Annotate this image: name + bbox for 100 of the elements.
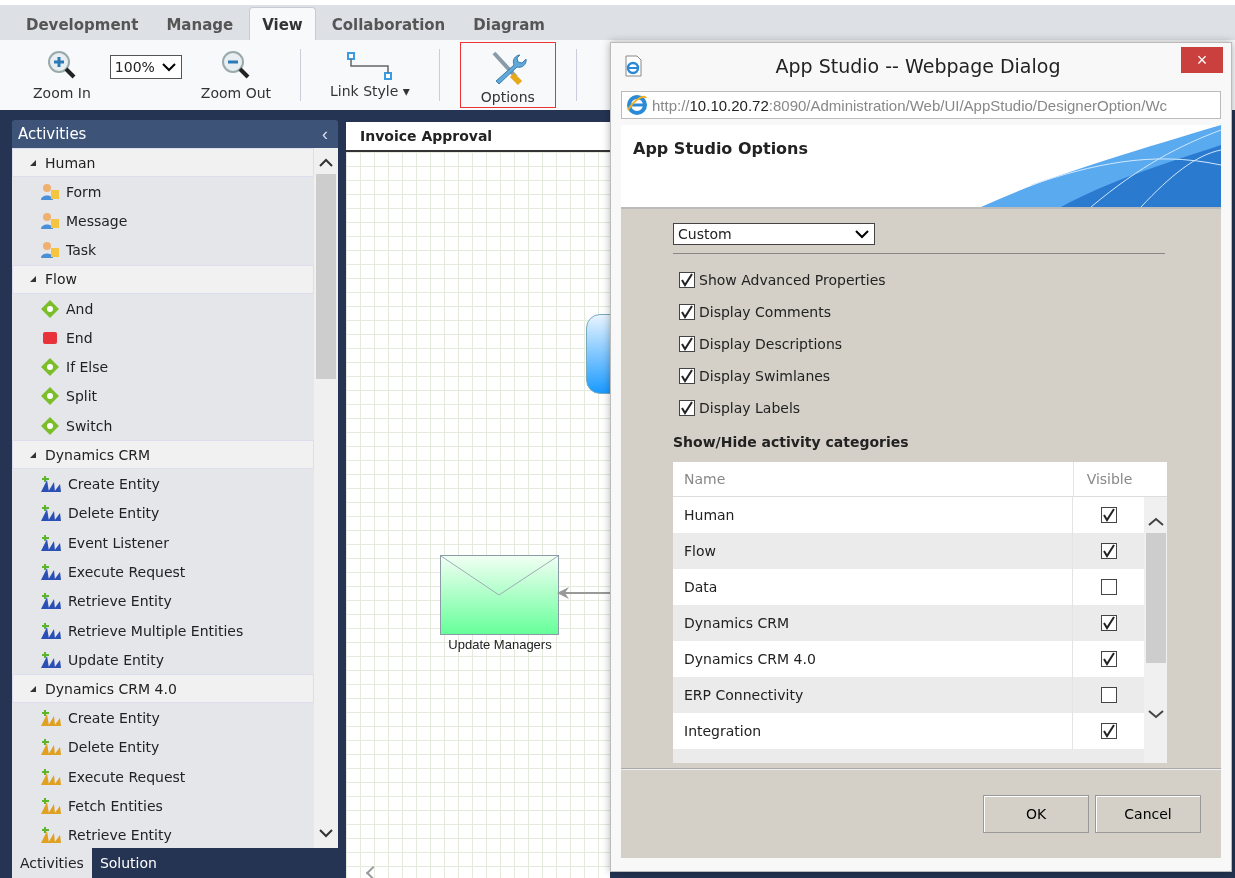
diamond-icon: [40, 299, 60, 318]
dialog-button[interactable]: OK: [983, 795, 1089, 833]
checkbox[interactable]: [1100, 543, 1117, 559]
address-field[interactable]: http://10.10.20.72:8090/Administration/Web/UI/AppStudio/DesignerOption/Wc: [621, 91, 1221, 119]
person-icon: [40, 241, 60, 260]
column-header: Name: [683, 471, 727, 487]
activity-item[interactable]: And: [12, 293, 314, 324]
browser-icon: [626, 94, 648, 116]
checkbox[interactable]: [679, 336, 695, 352]
table-cell-text: Dynamics CRM 4.0: [683, 651, 817, 667]
option-label: Display Comments: [699, 304, 831, 320]
table-cell-text: Dynamics CRM: [683, 615, 791, 631]
url-text: http://10.10.20.72:8090/Administration/Web/UI/AppStudio/DesignerOption/Wc: [652, 96, 1168, 114]
entity-icon: [40, 504, 62, 523]
diamond-icon: [40, 358, 60, 377]
activity-item[interactable]: Create Entity: [12, 703, 314, 733]
entity-icon: [40, 475, 62, 493]
table-cell-text: Flow: [683, 543, 717, 559]
checkbox[interactable]: [1100, 687, 1117, 703]
activity-item[interactable]: Update Entity: [12, 645, 314, 675]
scrollbar-thumb[interactable]: [316, 174, 336, 379]
column-header: Visible: [1073, 462, 1145, 496]
close-button[interactable]: ×: [1181, 47, 1223, 73]
scroll-down-icon[interactable]: [1147, 709, 1164, 719]
checkbox[interactable]: [679, 272, 695, 288]
entity-icon: [40, 533, 62, 552]
zoom-in-button[interactable]: Zoom In: [24, 46, 100, 104]
activity-item[interactable]: Switch: [12, 411, 314, 441]
entity-icon: [40, 767, 62, 786]
scroll-up-icon[interactable]: [319, 158, 333, 168]
activity-item[interactable]: End: [12, 323, 314, 353]
option-label: Show Advanced Properties: [699, 272, 886, 288]
collapse-button[interactable]: ‹: [318, 123, 332, 145]
table-cell-text: Data: [683, 579, 719, 595]
diagram-canvas[interactable]: Update Managers: [346, 152, 610, 878]
table-cell-text: ERP Connectivity: [683, 687, 805, 703]
activity-item[interactable]: Fetch Entities: [12, 791, 314, 821]
scrollbar[interactable]: [314, 148, 338, 848]
zoom-out-button[interactable]: Zoom Out: [191, 46, 281, 104]
activity-item[interactable]: Split: [12, 381, 314, 412]
activity-item[interactable]: Delete Entity: [12, 732, 314, 763]
entity-icon: [40, 826, 62, 845]
scrollbar-thumb[interactable]: [1145, 533, 1166, 663]
activity-item[interactable]: Execute Request: [12, 762, 314, 792]
activity-item[interactable]: If Else: [12, 352, 314, 382]
options-button[interactable]: Options: [459, 42, 556, 108]
preset-dropdown[interactable]: Custom: [673, 223, 875, 245]
table-cell-text: Integration: [683, 723, 763, 739]
category-header[interactable]: Dynamics CRM 4.0: [12, 674, 314, 704]
activity-item[interactable]: Retrieve Entity: [12, 820, 314, 848]
ribbon-tab[interactable]: Manage: [154, 8, 246, 40]
category-header[interactable]: Dynamics CRM: [12, 440, 314, 470]
activity-item[interactable]: Delete Entity: [12, 498, 314, 528]
person-icon: [40, 211, 60, 230]
option-label: Display Descriptions: [699, 336, 843, 352]
activity-item[interactable]: Execute Request: [12, 557, 314, 587]
ribbon-tab[interactable]: Diagram: [461, 8, 557, 40]
category-header[interactable]: Flow: [12, 264, 314, 294]
activity-item[interactable]: Form: [12, 177, 314, 207]
checkbox[interactable]: [1100, 579, 1117, 595]
category-header[interactable]: Human: [12, 148, 314, 177]
dialog-button[interactable]: Cancel: [1095, 795, 1201, 833]
activity-item[interactable]: Message: [12, 206, 314, 236]
table-cell-text: Human: [683, 507, 736, 523]
entity-icon: [40, 621, 62, 640]
option-label: Display Labels: [699, 400, 801, 416]
checkbox[interactable]: [1100, 615, 1117, 631]
activity-item[interactable]: Task: [12, 235, 314, 265]
panel-tab[interactable]: Activities: [12, 848, 92, 878]
node-label: Update Managers: [447, 636, 553, 653]
entity-icon: [40, 797, 62, 815]
checkbox[interactable]: [1100, 651, 1117, 667]
activity-item[interactable]: Event Listener: [12, 527, 314, 558]
scroll-up-icon[interactable]: [1147, 517, 1164, 527]
scroll-down-icon[interactable]: [319, 828, 333, 838]
checkbox[interactable]: [679, 304, 695, 320]
entity-icon: [40, 592, 62, 611]
ribbon-tab[interactable]: Development: [14, 8, 151, 40]
activity-item[interactable]: Create Entity: [12, 469, 314, 499]
option-label: Display Swimlanes: [699, 368, 831, 384]
scrollbar[interactable]: [1144, 497, 1167, 763]
panel-title: Activities: [18, 125, 87, 143]
entity-icon: [40, 709, 62, 728]
chevron-down-icon: [160, 62, 177, 72]
ribbon-tab[interactable]: Collaboration: [319, 8, 458, 40]
zoom-dropdown[interactable]: 100%: [109, 55, 182, 79]
envelope-node[interactable]: [440, 555, 559, 635]
ribbon-tab[interactable]: View: [249, 7, 316, 40]
checkbox[interactable]: [1100, 723, 1117, 739]
link-style-button[interactable]: Link Style ▾: [321, 48, 419, 102]
activity-item[interactable]: Retrieve Entity: [12, 586, 314, 616]
checkbox[interactable]: [679, 368, 695, 384]
diamond-icon: [40, 416, 60, 435]
activity-item[interactable]: Retrieve Multiple Entities: [12, 615, 314, 646]
checkbox[interactable]: [1100, 507, 1117, 523]
checkbox[interactable]: [679, 400, 695, 416]
dialog-title: App Studio -- Webpage Dialog: [774, 55, 1062, 77]
chevron-down-icon: [854, 229, 870, 239]
entity-icon: [40, 650, 62, 669]
entity-icon: [40, 738, 62, 757]
